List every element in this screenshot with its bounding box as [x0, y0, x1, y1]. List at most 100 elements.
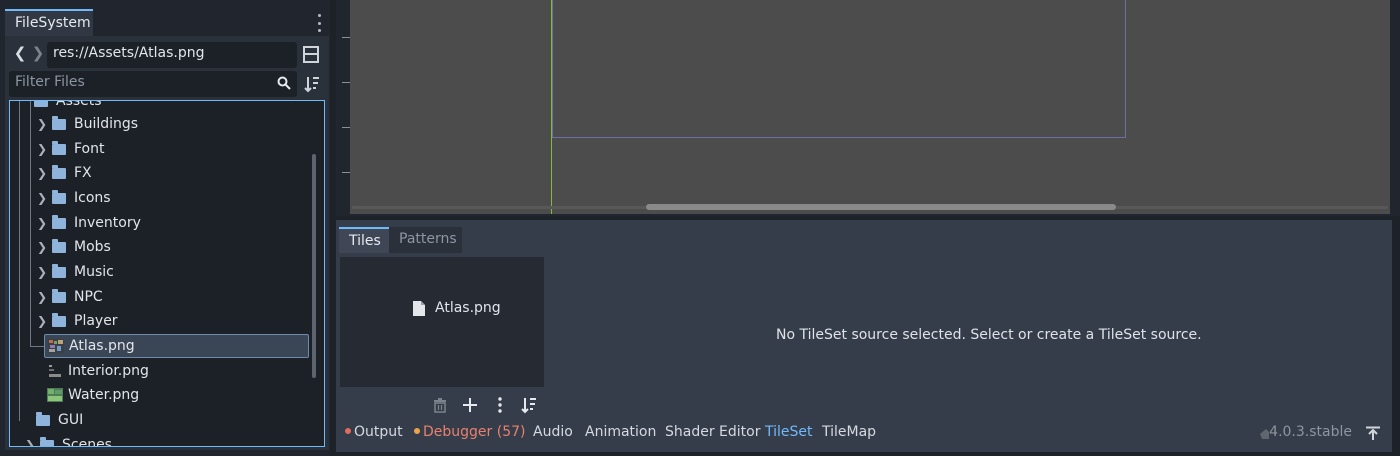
editor-root: FileSystem ❮ ❯ res://Assets/Atlas.png Fi… — [0, 0, 1400, 456]
tree-item-folder[interactable]: ❯ Font — [36, 137, 104, 161]
folder-icon — [52, 189, 66, 204]
debugger-label: Debugger (57) — [423, 424, 526, 440]
dock-menu-icon[interactable] — [315, 14, 323, 32]
chevron-right-icon[interactable]: ❯ — [36, 191, 48, 205]
filter-row: Filter Files — [9, 71, 325, 97]
vertical-ruler — [336, 0, 350, 216]
tree-item-label: Inventory — [74, 215, 141, 231]
tree-item-folder[interactable]: ❯ Inventory — [36, 211, 141, 235]
image-thumbnail-icon — [47, 388, 63, 402]
tileset-source-toolbar — [428, 394, 548, 416]
status-dot-icon — [345, 428, 351, 434]
folder-icon — [52, 238, 66, 253]
audio-button[interactable]: Audio — [533, 424, 573, 440]
folder-icon — [52, 288, 66, 303]
folder-icon — [34, 101, 48, 107]
folder-icon — [52, 140, 66, 155]
tree-scrollbar-grabber[interactable] — [312, 154, 316, 378]
tree-item-label: Atlas.png — [69, 338, 135, 354]
image-thumbnail-icon — [48, 339, 64, 353]
file-icon — [413, 300, 425, 316]
folder-icon — [52, 312, 66, 327]
split-view-icon[interactable] — [303, 46, 319, 63]
folder-icon — [52, 214, 66, 229]
canvas-viewport[interactable] — [350, 0, 1390, 214]
warning-dot-icon — [414, 428, 420, 434]
tree-guide-line — [30, 101, 31, 347]
tileset-sources-list[interactable]: Atlas.png — [340, 257, 544, 387]
filter-files-input[interactable]: Filter Files — [9, 71, 297, 97]
tree-item-folder-scenes[interactable]: ❯ Scenes — [24, 433, 112, 447]
tree-scrollbar[interactable] — [312, 104, 316, 444]
tree-item-label: Scenes — [62, 437, 112, 447]
chevron-right-icon[interactable]: ❯ — [24, 438, 36, 446]
folder-icon — [52, 115, 66, 130]
chevron-right-icon[interactable]: ❯ — [36, 240, 48, 254]
chevron-right-icon[interactable]: ❯ — [36, 117, 48, 131]
tree-guide-line — [19, 101, 20, 421]
tab-filesystem[interactable]: FileSystem — [5, 9, 93, 37]
bottom-panel-bar: Output Debugger (57) Audio Animation Sha… — [336, 420, 1392, 448]
chevron-right-icon[interactable]: ❯ — [36, 142, 48, 156]
tree-item-file[interactable]: Interior.png — [47, 359, 149, 383]
add-icon[interactable] — [461, 396, 479, 414]
tree-item-label: Mobs — [74, 239, 111, 255]
file-tree[interactable]: Assets ❯ Buildings ❯ Font ❯ FX ❯ Icons ❯… — [9, 100, 325, 447]
filesystem-dock: FileSystem ❮ ❯ res://Assets/Atlas.png Fi… — [0, 0, 330, 456]
path-navigation: ❮ ❯ res://Assets/Atlas.png — [5, 42, 325, 68]
more-options-icon[interactable] — [491, 396, 509, 414]
tree-item-file-selected[interactable]: Atlas.png — [44, 334, 309, 358]
output-label: Output — [354, 424, 403, 440]
shader-editor-button[interactable]: Shader Editor — [665, 424, 760, 440]
tree-item-label: Interior.png — [68, 363, 149, 379]
canvas-bounds — [552, 0, 1126, 138]
tree-item-folder[interactable]: ❯ Player — [36, 309, 118, 333]
tree-item-folder-gui[interactable]: GUI — [36, 408, 83, 432]
tab-patterns[interactable]: Patterns — [389, 227, 462, 253]
tree-item-folder[interactable]: ❯ Icons — [36, 186, 111, 210]
animation-button[interactable]: Animation — [585, 424, 656, 440]
chevron-right-icon[interactable]: ❯ — [36, 290, 48, 304]
expand-panel-icon[interactable] — [1366, 426, 1380, 440]
chevron-right-icon[interactable]: ❯ — [36, 314, 48, 328]
chevron-right-icon[interactable]: ❯ — [36, 216, 48, 230]
sort-icon[interactable] — [304, 75, 320, 93]
tab-tiles[interactable]: Tiles — [339, 227, 389, 253]
tree-item-label: Player — [74, 313, 118, 329]
sort-icon[interactable] — [521, 396, 539, 414]
tree-item-folder[interactable]: ❯ Mobs — [36, 235, 111, 259]
viewport-horizontal-scrollbar[interactable] — [352, 203, 1388, 211]
tree-item-folder[interactable]: ❯ NPC — [36, 285, 103, 309]
chevron-right-icon[interactable]: ❯ — [36, 166, 48, 180]
folder-icon — [36, 411, 50, 426]
debugger-button[interactable]: Debugger (57) — [414, 424, 525, 440]
y-axis-line — [551, 0, 552, 214]
folder-icon — [52, 263, 66, 278]
tileset-panel: Tiles Patterns Atlas.png No TileSet sour… — [336, 220, 1392, 452]
tree-item-label: Icons — [74, 190, 111, 206]
tilemap-button[interactable]: TileMap — [822, 424, 876, 440]
chevron-right-icon[interactable]: ❯ — [36, 265, 48, 279]
tree-item-folder[interactable]: ❯ Buildings — [36, 112, 138, 136]
tree-item-file[interactable]: Water.png — [47, 383, 139, 407]
scrollbar-grabber[interactable] — [646, 204, 1116, 210]
tree-item-label: Buildings — [74, 116, 139, 132]
tree-item-label: Assets — [56, 100, 102, 109]
output-button[interactable]: Output — [345, 424, 403, 440]
no-source-message: No TileSet source selected. Select or cr… — [776, 327, 1202, 343]
tree-item-label: Music — [74, 264, 114, 280]
folder-icon — [40, 436, 54, 446]
tree-item-label: GUI — [58, 412, 84, 428]
folder-icon — [52, 164, 66, 179]
tileset-source-item[interactable]: Atlas.png — [413, 300, 501, 316]
forward-arrow-icon[interactable]: ❯ — [31, 44, 45, 66]
trash-icon[interactable] — [431, 396, 449, 414]
tree-item-folder[interactable]: ❯ FX — [36, 161, 92, 185]
tree-item-label: FX — [74, 165, 92, 181]
tileset-button[interactable]: TileSet — [765, 424, 813, 440]
version-label: 4.0.3.stable — [1269, 424, 1352, 440]
tree-item-folder[interactable]: ❯ Music — [36, 260, 114, 284]
path-input[interactable]: res://Assets/Atlas.png — [47, 42, 297, 68]
search-icon[interactable] — [277, 76, 291, 90]
back-arrow-icon[interactable]: ❮ — [13, 44, 27, 66]
